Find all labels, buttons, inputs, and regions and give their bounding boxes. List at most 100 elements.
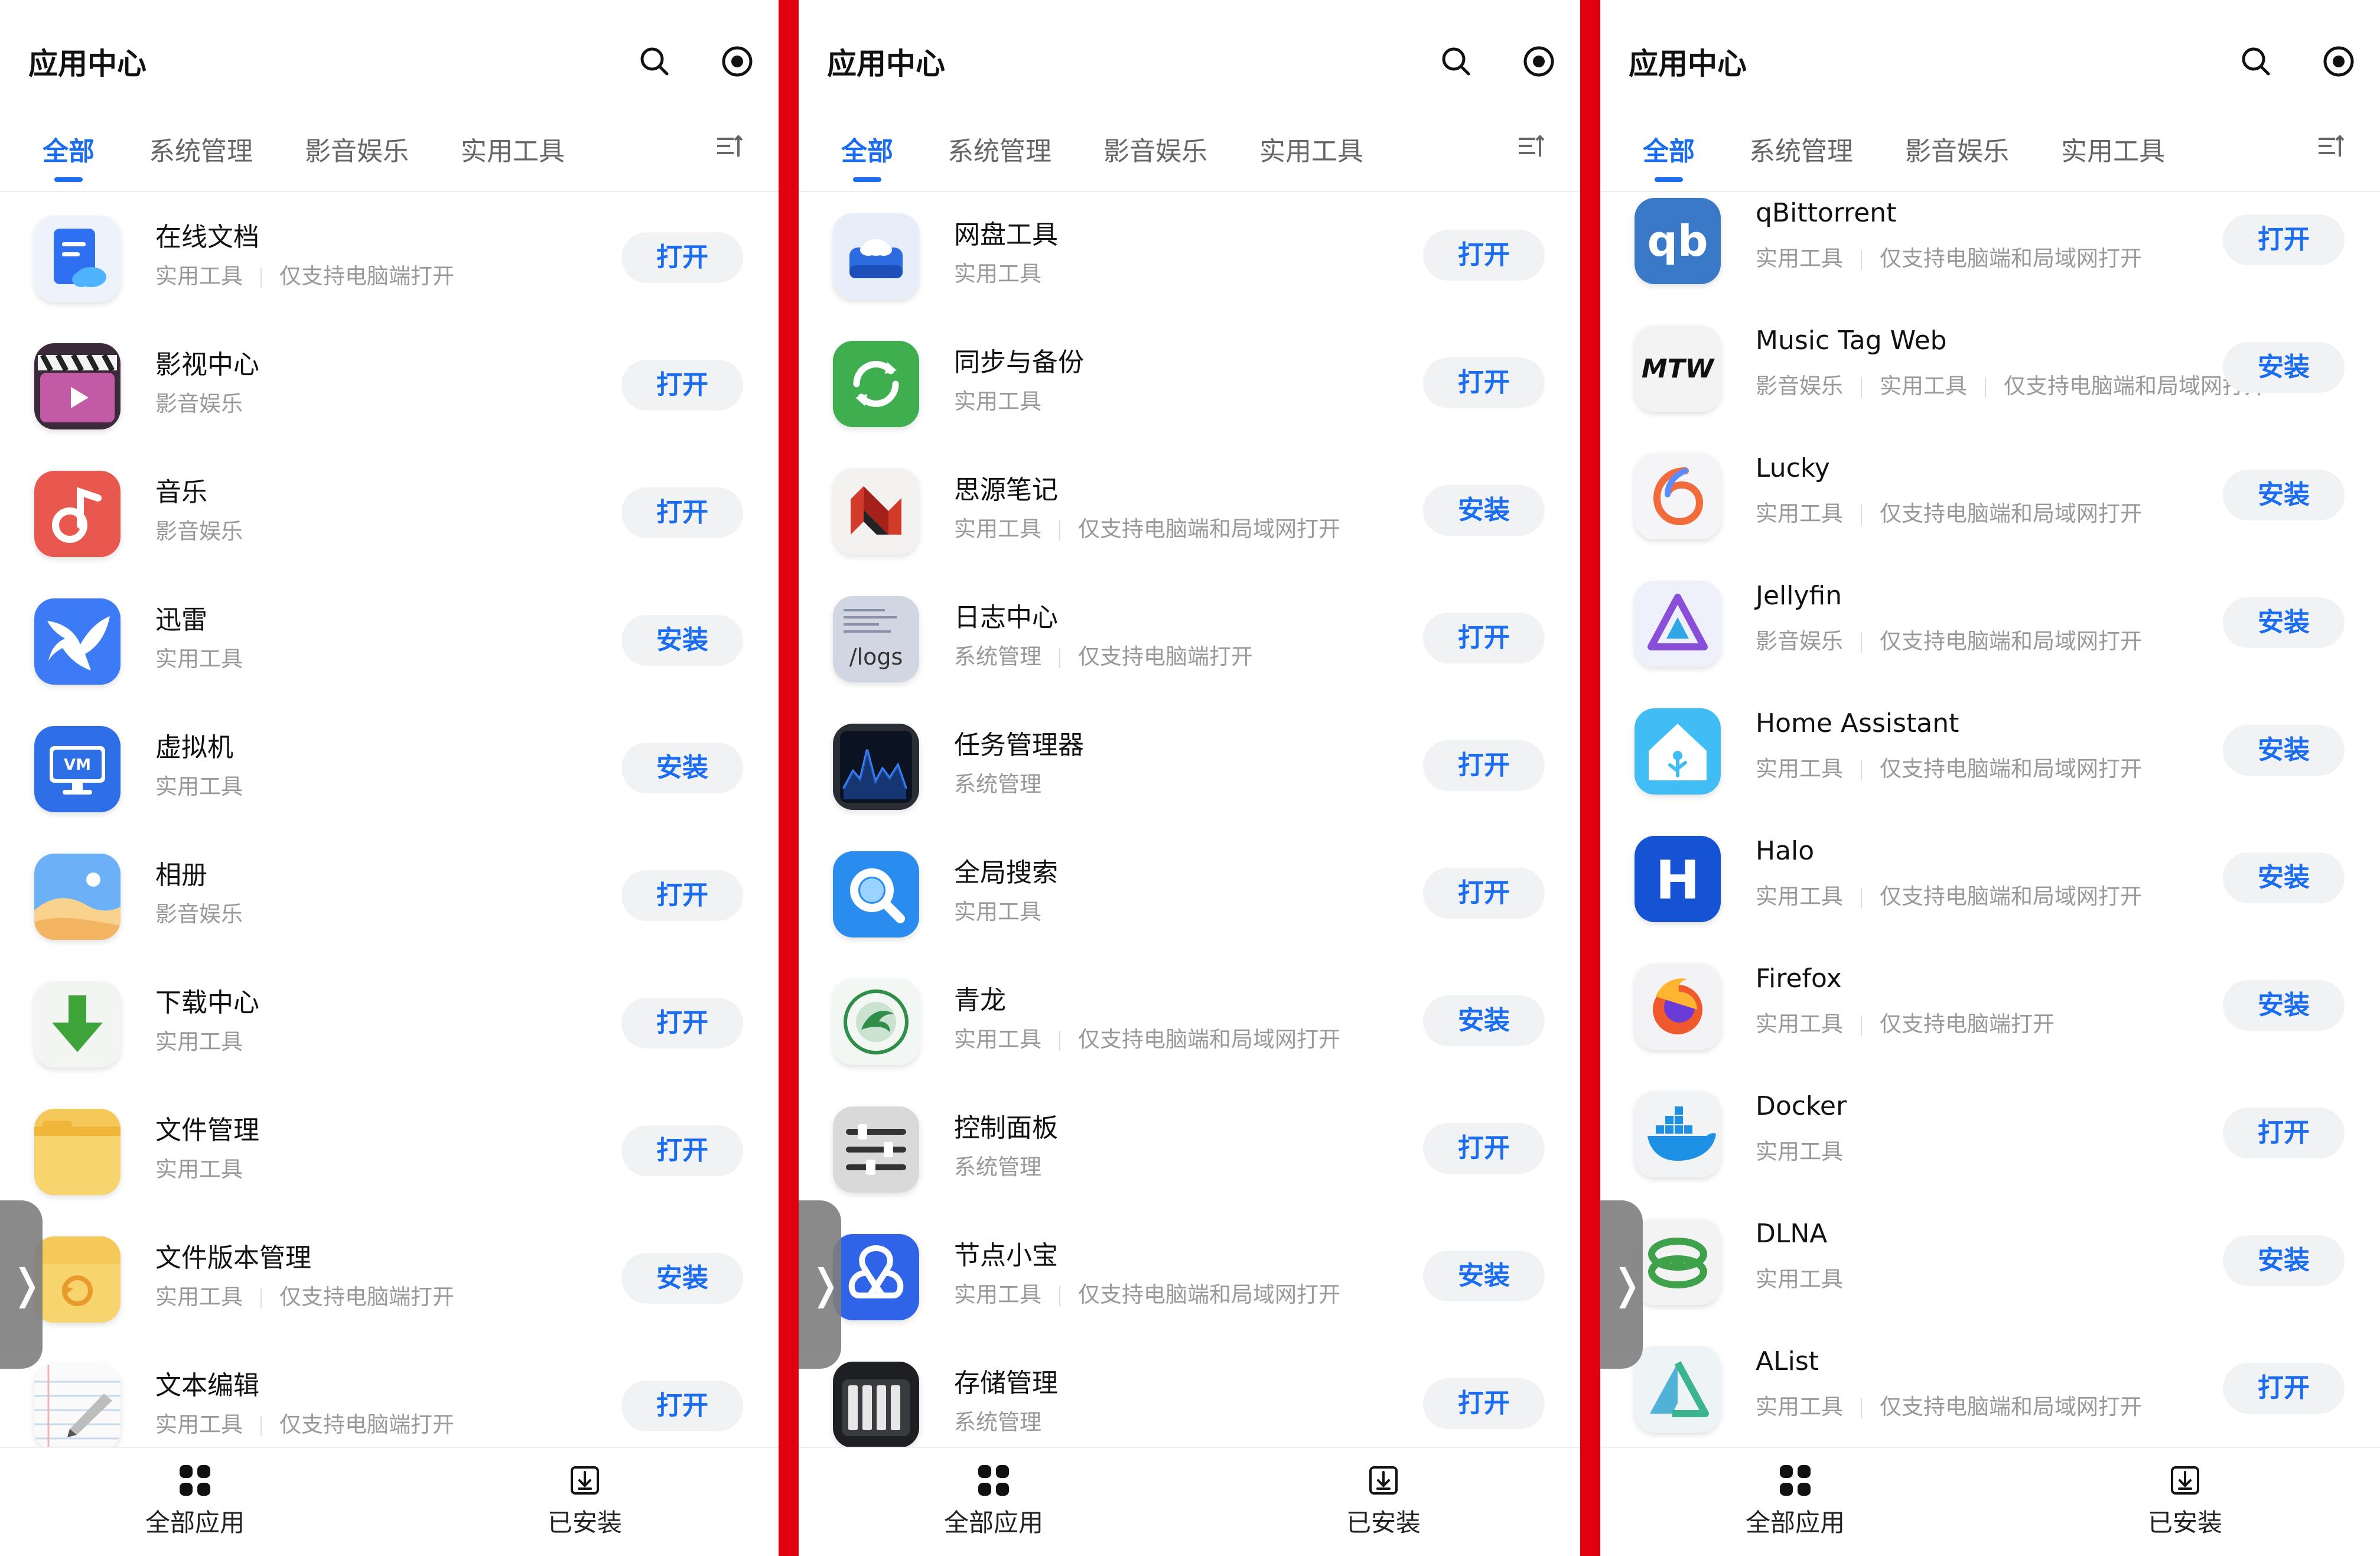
search-icon[interactable] bbox=[2238, 44, 2274, 79]
app-meta: 实用工具 bbox=[954, 256, 1041, 288]
app-action-button[interactable]: 安装 bbox=[2223, 597, 2345, 648]
app-action-button[interactable]: 安装 bbox=[621, 615, 743, 666]
nav-label: 已安装 bbox=[1346, 1508, 1421, 1537]
app-action-button[interactable]: 打开 bbox=[621, 1125, 743, 1176]
tab-menu-icon[interactable] bbox=[715, 133, 743, 161]
app-action-button[interactable]: 打开 bbox=[1423, 868, 1545, 919]
app-action-button[interactable]: 安装 bbox=[621, 1253, 743, 1304]
app-tag: 实用工具 bbox=[954, 1027, 1041, 1052]
nav-installed[interactable]: 已安装 bbox=[496, 1463, 673, 1539]
record-icon[interactable] bbox=[1521, 44, 1557, 79]
app-action-button[interactable]: 打开 bbox=[621, 360, 743, 411]
app-tag: 仅支持电脑端打开 bbox=[279, 263, 454, 289]
app-action-button[interactable]: 安装 bbox=[2223, 725, 2345, 776]
app-action-button[interactable]: 打开 bbox=[1423, 357, 1545, 408]
app-tag: 实用工具 bbox=[1756, 756, 1843, 782]
list-item: 控制面板 系统管理 打开 bbox=[799, 1083, 1580, 1210]
app-action-button[interactable]: 打开 bbox=[1423, 1378, 1545, 1429]
nav-installed[interactable]: 已安装 bbox=[1295, 1463, 1472, 1539]
search-icon[interactable] bbox=[1438, 44, 1474, 79]
app-action-button[interactable]: 打开 bbox=[621, 998, 743, 1049]
tab-category[interactable]: 系统管理 bbox=[149, 130, 253, 168]
halo-icon: H bbox=[1635, 836, 1721, 922]
app-meta: 实用工具 bbox=[1756, 1134, 1843, 1166]
app-name: 虚拟机 bbox=[155, 733, 233, 763]
app-action-button[interactable]: 打开 bbox=[1423, 740, 1545, 791]
app-name: 全局搜索 bbox=[954, 858, 1058, 888]
app-name: 思源笔记 bbox=[954, 475, 1058, 505]
notepad-icon bbox=[34, 1364, 121, 1447]
app-action-button[interactable]: 安装 bbox=[2223, 852, 2345, 903]
page-title: 应用中心 bbox=[1629, 47, 1747, 81]
tab-category[interactable]: 全部 bbox=[841, 130, 893, 182]
app-meta: 实用工具 仅支持电脑端打开 bbox=[1756, 1006, 2055, 1038]
app-action-button[interactable]: 安装 bbox=[1423, 1251, 1545, 1301]
docker-icon bbox=[1635, 1091, 1721, 1177]
tab-category[interactable]: 影音娱乐 bbox=[305, 130, 409, 168]
list-item: 任务管理器 系统管理 打开 bbox=[799, 700, 1580, 828]
tab-category[interactable]: 实用工具 bbox=[2061, 130, 2165, 168]
app-action-button[interactable]: 安装 bbox=[1423, 485, 1545, 536]
installed-icon bbox=[1369, 1466, 1398, 1495]
side-drawer-handle[interactable]: ❭ bbox=[1600, 1200, 1645, 1369]
app-meta: 实用工具 仅支持电脑端打开 bbox=[155, 258, 454, 290]
app-tag: 实用工具 bbox=[155, 1029, 243, 1054]
app-meta: 影音娱乐 bbox=[155, 513, 243, 545]
app-name: 文件管理 bbox=[155, 1115, 259, 1145]
tab-category[interactable]: 全部 bbox=[1643, 130, 1695, 182]
record-icon[interactable] bbox=[2321, 44, 2356, 79]
tab-menu-icon[interactable] bbox=[1516, 133, 1545, 161]
tab-category[interactable]: 实用工具 bbox=[1259, 130, 1363, 168]
list-item: 下载中心实用工具 打开 bbox=[0, 958, 779, 1085]
app-action-button[interactable]: 安装 bbox=[2223, 1235, 2345, 1286]
app-tag: 仅支持电脑端和局域网打开 bbox=[1880, 501, 2142, 526]
tab-menu-icon[interactable] bbox=[2316, 133, 2345, 161]
list-item: 文本编辑 实用工具 仅支持电脑端打开 打开 bbox=[0, 1340, 779, 1447]
app-action-button[interactable]: 打开 bbox=[1423, 230, 1545, 281]
tab-category[interactable]: 影音娱乐 bbox=[1103, 130, 1207, 168]
search-icon[interactable] bbox=[637, 44, 672, 79]
meta-separator bbox=[1059, 647, 1060, 668]
app-name: 文本编辑 bbox=[155, 1371, 259, 1401]
app-action-button[interactable]: 打开 bbox=[2223, 1108, 2345, 1158]
app-tag: 仅支持电脑端和局域网打开 bbox=[1880, 246, 2142, 271]
app-action-button[interactable]: 安装 bbox=[1423, 995, 1545, 1046]
app-action-button[interactable]: 打开 bbox=[1423, 1123, 1545, 1174]
tab-category[interactable]: 影音娱乐 bbox=[1905, 130, 2009, 168]
nav-all-apps[interactable]: 全部应用 bbox=[905, 1463, 1082, 1539]
app-action-button[interactable]: 打开 bbox=[621, 232, 743, 283]
app-action-button[interactable]: 打开 bbox=[621, 1381, 743, 1431]
app-action-button[interactable]: 打开 bbox=[621, 487, 743, 538]
app-name: 影视中心 bbox=[155, 350, 259, 380]
app-action-button[interactable]: 安装 bbox=[2223, 980, 2345, 1031]
app-meta: 实用工具 仅支持电脑端打开 bbox=[155, 1279, 454, 1311]
installed-icon bbox=[571, 1466, 599, 1495]
nav-installed[interactable]: 已安装 bbox=[2096, 1463, 2274, 1539]
list-item: Lucky 实用工具 仅支持电脑端和局域网打开 安装 bbox=[1600, 429, 2380, 557]
storage-icon bbox=[833, 1362, 919, 1447]
app-action-button[interactable]: 安装 bbox=[2223, 342, 2345, 393]
app-action-button[interactable]: 打开 bbox=[2223, 1363, 2345, 1414]
app-action-button[interactable]: 打开 bbox=[621, 870, 743, 921]
tab-category[interactable]: 系统管理 bbox=[948, 130, 1051, 168]
tab-category[interactable]: 全部 bbox=[43, 130, 95, 182]
nav-all-apps[interactable]: 全部应用 bbox=[106, 1463, 284, 1539]
app-action-button[interactable]: 安装 bbox=[2223, 470, 2345, 520]
list-item: 青龙 实用工具 仅支持电脑端和局域网打开 安装 bbox=[799, 955, 1580, 1083]
nav-label: 已安装 bbox=[2147, 1508, 2222, 1537]
app-action-button[interactable]: 安装 bbox=[621, 743, 743, 793]
app-meta: 系统管理 仅支持电脑端打开 bbox=[954, 639, 1253, 670]
app-tag: 仅支持电脑端和局域网打开 bbox=[1880, 756, 2142, 782]
tab-category[interactable]: 系统管理 bbox=[1749, 130, 1853, 168]
side-drawer-handle[interactable]: ❭ bbox=[799, 1200, 843, 1369]
record-icon[interactable] bbox=[719, 44, 755, 79]
nav-all-apps[interactable]: 全部应用 bbox=[1707, 1463, 1884, 1539]
tab-category[interactable]: 实用工具 bbox=[461, 130, 565, 168]
app-action-button[interactable]: 打开 bbox=[1423, 613, 1545, 663]
app-meta: 实用工具 bbox=[155, 1151, 243, 1183]
app-action-button[interactable]: 打开 bbox=[2223, 214, 2345, 265]
bottom-nav: 全部应用 已安装 bbox=[0, 1447, 779, 1556]
app-name: 下载中心 bbox=[155, 988, 259, 1018]
vm-icon: VM bbox=[34, 726, 121, 812]
side-drawer-handle[interactable]: ❭ bbox=[0, 1200, 44, 1369]
